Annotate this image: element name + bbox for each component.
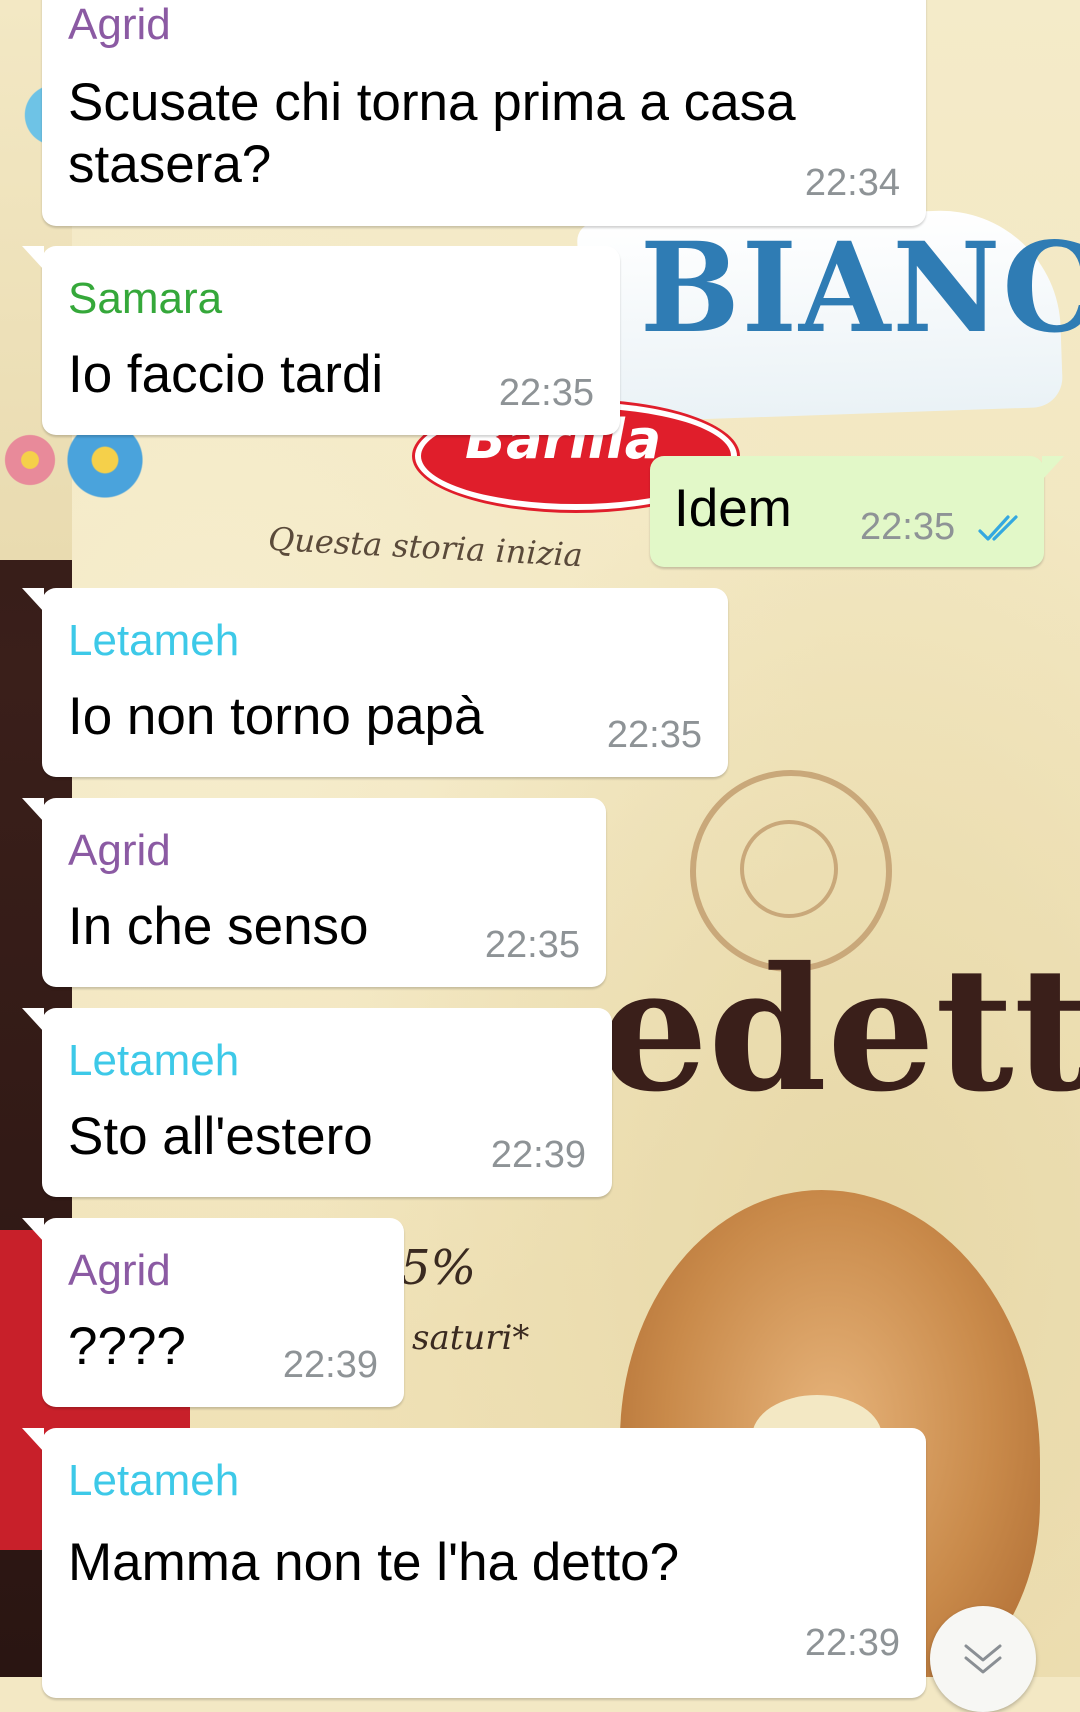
message-text: Sto all'estero [68, 1107, 373, 1166]
message-bubble[interactable]: Letameh Io non torno papà 22:35 [22, 588, 728, 777]
message-time: 22:35 [606, 714, 702, 756]
message-text: Mamma non te l'ha detto? [68, 1533, 680, 1592]
message-text: In che senso [68, 897, 369, 956]
message-time: 22:39 [490, 1134, 586, 1176]
message-time: 22:34 [804, 162, 900, 204]
message-text: ???? [68, 1317, 186, 1376]
message-bubble-outgoing[interactable]: Idem 22:35 [650, 456, 1064, 567]
message-time: 22:39 [282, 1344, 378, 1386]
sender-name[interactable]: Letameh [68, 1456, 239, 1506]
scroll-to-bottom-button[interactable] [930, 1606, 1036, 1712]
message-time: 22:35 [860, 506, 956, 548]
sender-name[interactable]: Letameh [68, 1036, 239, 1086]
message-time: 22:35 [484, 924, 580, 966]
sender-name[interactable]: Agrid [68, 826, 171, 876]
message-text: Idem [674, 479, 792, 538]
double-chevron-down-icon [964, 1644, 1002, 1674]
message-bubble[interactable]: Letameh Mamma non te l'ha detto? 22:39 [22, 1428, 926, 1698]
message-bubble[interactable]: Agrid Scusate chi torna prima a casa sta… [42, 0, 926, 226]
message-list[interactable]: Agrid Scusate chi torna prima a casa sta… [0, 0, 1080, 1698]
message-text: Scusate chi torna prima a casa [68, 73, 796, 132]
message-text: Io non torno papà [68, 687, 484, 746]
message-bubble[interactable]: Agrid ???? 22:39 [22, 1218, 404, 1407]
sender-name[interactable]: Agrid [68, 1246, 171, 1296]
message-time: 22:35 [498, 372, 594, 414]
message-bubble[interactable]: Samara Io faccio tardi 22:35 [22, 246, 620, 435]
double-check-read-icon [978, 515, 1018, 541]
message-bubble[interactable]: Agrid In che senso 22:35 [22, 798, 606, 987]
sender-name[interactable]: Samara [68, 274, 222, 324]
message-bubble[interactable]: Letameh Sto all'estero 22:39 [22, 1008, 612, 1197]
message-time: 22:39 [804, 1622, 900, 1664]
sender-name[interactable]: Agrid [68, 0, 171, 50]
message-text: Io faccio tardi [68, 345, 384, 404]
sender-name[interactable]: Letameh [68, 616, 239, 666]
message-text: stasera? [68, 135, 272, 194]
